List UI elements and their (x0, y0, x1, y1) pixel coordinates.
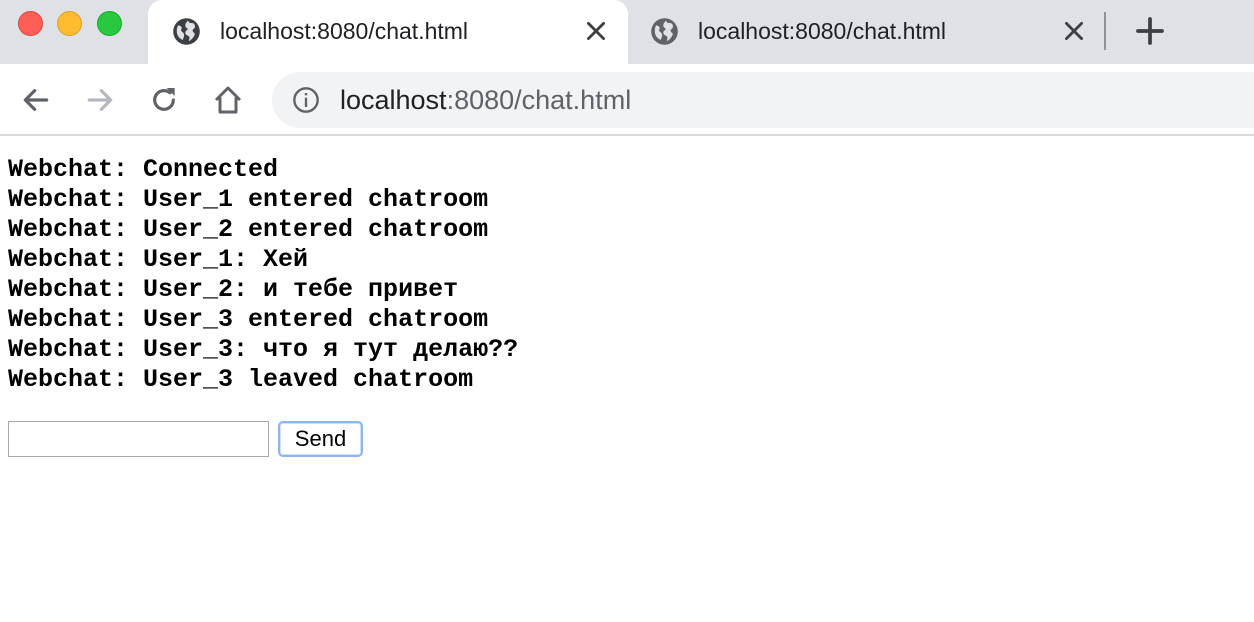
chat-message: Webchat: User_3 leaved chatroom (8, 365, 474, 394)
send-button[interactable]: Send (278, 421, 363, 457)
forward-arrow-icon[interactable] (84, 84, 116, 116)
address-url[interactable]: localhost:8080/chat.html (340, 84, 631, 116)
chat-log: Webchat: Connected Webchat: User_1 enter… (8, 155, 1238, 395)
close-icon[interactable] (1061, 18, 1087, 44)
tab-title: localhost:8080/chat.html (220, 18, 469, 44)
close-icon[interactable] (583, 18, 609, 44)
tab-divider (1104, 12, 1106, 50)
chat-message: Webchat: User_1 entered chatroom (8, 185, 489, 214)
new-tab-plus-icon[interactable] (1134, 15, 1166, 47)
address-bar[interactable]: localhost:8080/chat.html (272, 72, 1254, 128)
url-path: :8080/chat.html (446, 85, 632, 115)
tab-strip: localhost:8080/chat.html localhost:8080/… (0, 0, 1254, 64)
globe-icon (651, 18, 678, 45)
chat-message: Webchat: User_2 entered chatroom (8, 215, 489, 244)
reload-icon[interactable] (148, 84, 180, 116)
chat-message: Webchat: User_1: Хей (8, 245, 309, 274)
message-input[interactable] (8, 421, 269, 457)
chat-message: Webchat: User_3: что я тут делаю?? (8, 335, 519, 364)
back-arrow-icon[interactable] (20, 84, 52, 116)
tab-title: localhost:8080/chat.html (698, 18, 947, 44)
chat-message: Webchat: User_3 entered chatroom (8, 305, 489, 334)
chat-message: Webchat: Connected (8, 155, 279, 184)
window-maximize-button[interactable] (97, 11, 122, 36)
window-close-button[interactable] (18, 11, 43, 36)
home-icon[interactable] (212, 84, 244, 116)
chat-message: Webchat: User_2: и тебе привет (8, 275, 459, 304)
browser-toolbar: localhost:8080/chat.html (0, 64, 1254, 136)
url-host: localhost (340, 85, 447, 115)
window-minimize-button[interactable] (57, 11, 82, 36)
globe-icon (173, 18, 200, 45)
info-icon[interactable] (292, 86, 320, 114)
tab-active[interactable]: localhost:8080/chat.html (148, 0, 628, 64)
tab-inactive[interactable]: localhost:8080/chat.html (630, 0, 1100, 64)
